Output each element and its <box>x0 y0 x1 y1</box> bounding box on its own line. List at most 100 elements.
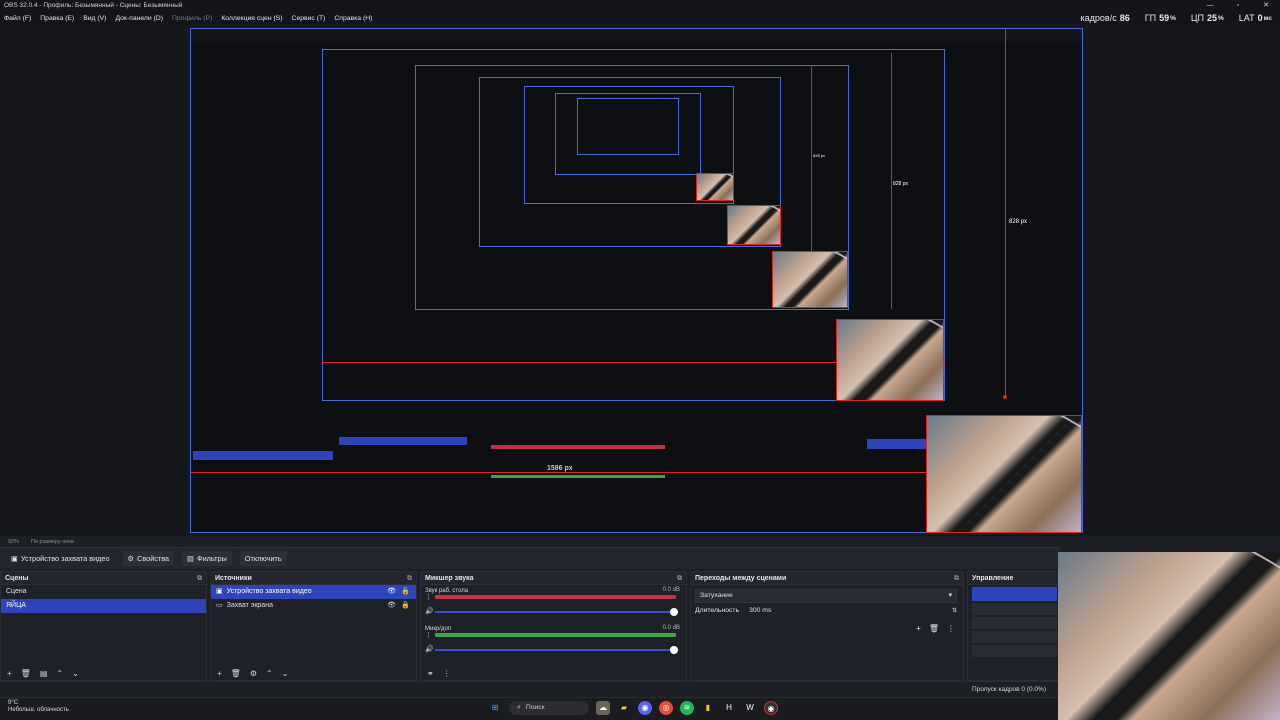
dock-menu-icon[interactable]: ⧉ <box>677 572 682 585</box>
source-item-selected[interactable]: ▣ Устройство захвата видео 👁 🔒 <box>211 585 416 599</box>
windows-start-icon[interactable]: ⊞ <box>488 701 502 715</box>
duration-row: Длительность 300 ms ⇅ <box>695 607 957 614</box>
red-measure-dot <box>1003 395 1007 399</box>
preview-canvas[interactable]: 1586 px 828 px 828 px 828 px <box>190 28 1083 533</box>
menu-scene-collection[interactable]: Коллекция сцен (S) <box>221 15 282 22</box>
volume-slider[interactable] <box>435 649 676 651</box>
obs-icon[interactable]: ◉ <box>764 701 778 715</box>
volume-meter <box>435 633 676 637</box>
add-source-icon[interactable]: + <box>217 669 222 678</box>
menu-dots-icon[interactable]: ⋮ <box>425 631 432 639</box>
h-app-icon[interactable]: H <box>722 701 736 715</box>
volume-knob[interactable] <box>670 608 678 616</box>
scene-item[interactable]: Сцена <box>1 585 206 599</box>
source-item-label: Захват экрана <box>226 602 273 609</box>
camera-source-thumbnail[interactable] <box>926 415 1082 533</box>
speaker-icon[interactable]: 🔊 <box>425 607 434 615</box>
dock-menu-icon[interactable]: ⧉ <box>954 572 959 585</box>
camera-source-preview-large[interactable] <box>1058 552 1280 720</box>
widgets-icon[interactable]: ☁ <box>596 701 610 715</box>
w-app-icon[interactable]: W <box>743 701 757 715</box>
duration-label: Длительность <box>695 607 740 614</box>
red-measure-line-3 <box>811 65 812 253</box>
dock-menu-icon[interactable]: ⧉ <box>407 572 412 585</box>
eye-icon[interactable]: 👁 <box>387 599 396 613</box>
maximize-button[interactable]: ▫ <box>1224 0 1252 11</box>
source-item[interactable]: ▭ Захват экрана 👁 🔒 <box>211 599 416 613</box>
taskbar-search[interactable]: ⌕ Поиск <box>509 701 589 715</box>
lock-icon[interactable]: 🔒 <box>401 599 410 613</box>
menu-dots-icon[interactable]: ⋮ <box>425 593 432 601</box>
remove-transition-icon[interactable]: 🗑 <box>929 624 939 633</box>
menu-docks[interactable]: Док-панели (D) <box>115 15 163 22</box>
transition-buttons: + 🗑 ⋮ <box>916 624 955 633</box>
nested-meter-mic <box>491 475 665 478</box>
filters-button[interactable]: ▤ Фильтры <box>182 551 232 566</box>
scenes-dock: Сцены ⧉ Сцена ЯЙЦА + 🗑 ▤ ⌃ ⌄ <box>0 571 207 681</box>
measure-label-large: 828 px <box>1009 219 1028 225</box>
close-button[interactable]: ✕ <box>1252 0 1280 11</box>
minimize-button[interactable]: — <box>1196 0 1224 11</box>
move-down-icon[interactable]: ⌄ <box>72 669 79 678</box>
volume-knob[interactable] <box>670 646 678 654</box>
cpu-value: 25 <box>1207 13 1218 23</box>
scene-item-selected[interactable]: ЯЙЦА <box>1 599 206 613</box>
app-icon[interactable]: ▮ <box>701 701 715 715</box>
lock-icon[interactable]: 🔒 <box>401 585 410 599</box>
speaker-icon[interactable]: 🔊 <box>425 645 434 653</box>
chrome-icon[interactable]: ◎ <box>659 701 673 715</box>
weather-widget[interactable]: 9°C Небольш. облачность <box>8 700 69 714</box>
duration-input[interactable]: 300 ms <box>749 607 771 614</box>
remove-source-icon[interactable]: 🗑 <box>231 669 241 678</box>
remove-scene-icon[interactable]: 🗑 <box>21 669 31 678</box>
menu-profile[interactable]: Профиль (P) <box>172 15 212 22</box>
start-recording-button[interactable] <box>972 603 1057 615</box>
start-streaming-button[interactable] <box>972 587 1057 601</box>
transitions-dock: Переходы между сценами ⧉ Затухание ▾ Длите… <box>690 571 964 681</box>
transition-type-select[interactable]: Затухание ▾ <box>695 589 957 603</box>
menu-dots-icon[interactable]: ⋮ <box>443 669 451 678</box>
discord-icon[interactable]: ◉ <box>638 701 652 715</box>
lat-unit: мс <box>1263 14 1272 22</box>
gpu-unit: % <box>1170 14 1176 22</box>
menu-view[interactable]: Вид (V) <box>83 15 106 22</box>
link-icon[interactable]: ⚭ <box>427 669 434 678</box>
menu-tools[interactable]: Сервис (T) <box>292 15 326 22</box>
menu-dots-icon[interactable]: ⋮ <box>947 624 955 633</box>
menu-edit[interactable]: Правка (E) <box>40 15 74 22</box>
move-up-icon[interactable]: ⌃ <box>266 669 273 678</box>
volume-slider[interactable] <box>435 611 676 613</box>
dock-menu-icon[interactable]: ⧉ <box>197 572 202 585</box>
menu-file[interactable]: Файл (F) <box>4 15 31 22</box>
window-controls: — ▫ ✕ <box>1196 0 1280 11</box>
deactivate-button[interactable]: Отключить <box>239 551 287 566</box>
red-guide-h <box>191 472 927 473</box>
studio-mode-button[interactable] <box>972 631 1057 643</box>
properties-button[interactable]: ⚙ Свойства <box>122 551 175 566</box>
menu-help[interactable]: Справка (H) <box>334 15 372 22</box>
gear-icon[interactable]: ⚙ <box>250 669 257 678</box>
move-down-icon[interactable]: ⌄ <box>282 669 289 678</box>
fps-value: 86 <box>1119 13 1130 23</box>
virtual-camera-button[interactable] <box>972 617 1057 629</box>
add-transition-icon[interactable]: + <box>916 624 921 633</box>
camera-icon: ▣ <box>216 588 223 595</box>
scene-filters-icon[interactable]: ▤ <box>40 669 48 678</box>
taskbar-icons: ⊞ ⌕ Поиск ☁ ▰ ◉ ◎ ≋ ▮ H W ◉ <box>488 699 778 717</box>
settings-button[interactable] <box>972 645 1057 657</box>
gpu-label: ГП <box>1144 13 1157 23</box>
add-scene-icon[interactable]: + <box>7 669 12 678</box>
spotify-icon[interactable]: ≋ <box>680 701 694 715</box>
mixer-dock-title: Микшер звука <box>425 575 474 582</box>
spinner-icon[interactable]: ⇅ <box>952 607 957 614</box>
zoom-bar: 92% По размеру окна <box>0 536 1280 547</box>
move-up-icon[interactable]: ⌃ <box>56 669 63 678</box>
eye-icon[interactable]: 👁 <box>387 585 396 599</box>
zoom-value[interactable]: 92% <box>8 539 19 545</box>
zoom-mode[interactable]: По размеру окна <box>31 539 74 545</box>
gpu-value: 59 <box>1159 13 1170 23</box>
monitor-icon: ▭ <box>216 602 223 609</box>
file-explorer-icon[interactable]: ▰ <box>617 701 631 715</box>
transition-type-value: Затухание <box>700 592 733 599</box>
source-item-label: Устройство захвата видео <box>226 588 312 595</box>
